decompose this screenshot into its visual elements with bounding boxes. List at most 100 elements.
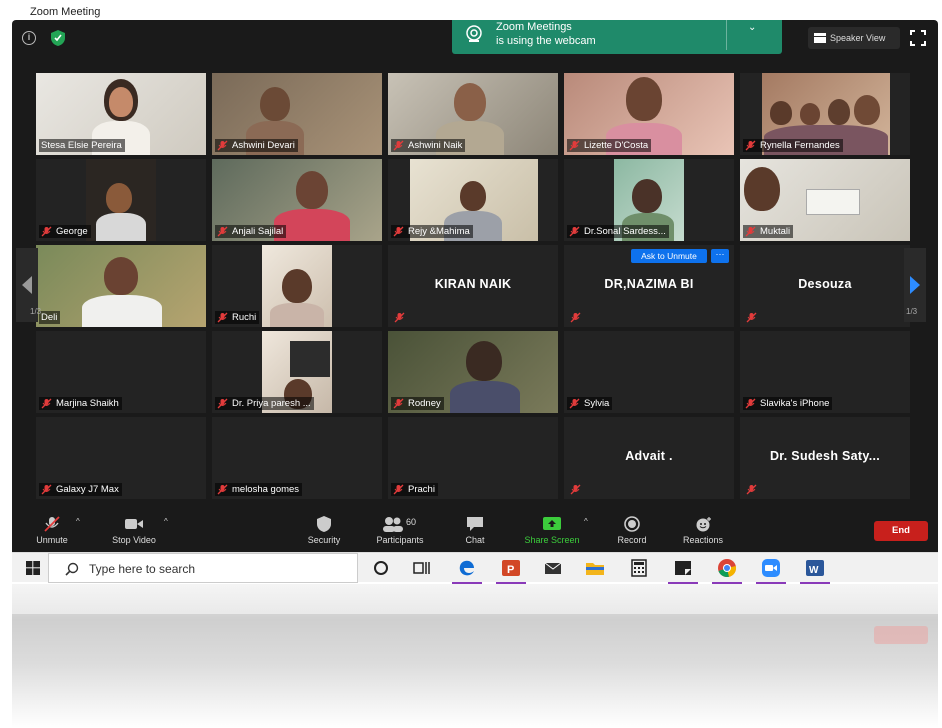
webcam-notification[interactable]: Zoom Meetings is using the webcam ⌄ bbox=[452, 20, 782, 54]
audio-options-caret-icon[interactable]: ^ bbox=[76, 517, 80, 526]
sticky-notes-icon[interactable] bbox=[668, 557, 698, 584]
chat-button[interactable]: Chat bbox=[458, 516, 492, 545]
video-tile[interactable]: Rejy &Mahima bbox=[388, 159, 558, 241]
participant-name-tag: Dr. Priya paresh ... bbox=[215, 397, 314, 410]
video-tile[interactable]: Lizette D'Costa bbox=[564, 73, 734, 155]
zoom-camera-icon bbox=[762, 559, 780, 577]
share-screen-label: Share Screen bbox=[524, 535, 580, 545]
participant-name: Slavika's iPhone bbox=[760, 398, 830, 409]
face bbox=[460, 181, 486, 211]
video-options-caret-icon[interactable]: ^ bbox=[164, 517, 168, 526]
chevron-down-icon[interactable]: ⌄ bbox=[748, 22, 756, 33]
chat-bubble-icon bbox=[467, 517, 483, 531]
keyboard bbox=[290, 341, 330, 377]
zoom-app-icon[interactable] bbox=[756, 557, 786, 584]
mail-icon[interactable] bbox=[542, 557, 564, 579]
muted-mic-icon bbox=[41, 398, 52, 409]
participants-count: 60 bbox=[406, 517, 417, 527]
video-tile[interactable]: Ruchi bbox=[212, 245, 382, 327]
participant-name-tag: George bbox=[39, 225, 91, 238]
participant-display-name: KIRAN NAIK bbox=[434, 277, 512, 291]
video-tile[interactable]: Stesa Elsie Pereira bbox=[36, 73, 206, 155]
face bbox=[454, 83, 486, 121]
participant-name: Ruchi bbox=[232, 312, 257, 323]
video-tile[interactable]: Dr. Priya paresh ... bbox=[212, 331, 382, 413]
edge-browser-icon[interactable] bbox=[452, 557, 482, 584]
video-tile-no-video[interactable]: Galaxy J7 Max bbox=[36, 417, 206, 499]
participant-name: Sylvia bbox=[584, 398, 610, 409]
record-button[interactable]: Record bbox=[612, 516, 652, 545]
video-tile-no-video[interactable]: Prachi bbox=[388, 417, 558, 499]
video-tile[interactable]: Rodney bbox=[388, 331, 558, 413]
meeting-top-bar: i Zoom Meetings is using the webcam ⌄ Sp… bbox=[12, 20, 938, 58]
reactions-label: Reactions bbox=[682, 535, 724, 545]
unmute-button[interactable]: Unmute bbox=[30, 516, 74, 545]
face bbox=[104, 257, 138, 295]
video-tile[interactable]: Dr.Sonal Sardess... bbox=[564, 159, 734, 241]
participants-icon bbox=[383, 517, 403, 532]
more-options-button[interactable]: ··· bbox=[711, 249, 729, 263]
taskbar-search-box[interactable]: Type here to search bbox=[48, 553, 358, 583]
svg-text:W: W bbox=[809, 565, 819, 576]
chrome-icon[interactable] bbox=[712, 557, 742, 584]
file-explorer-icon[interactable] bbox=[584, 557, 606, 579]
powerpoint-p-icon: P bbox=[502, 560, 520, 576]
participant-name-tag: Dr.Sonal Sardess... bbox=[567, 225, 669, 238]
participant-name-tag: Rynella Fernandes bbox=[743, 139, 843, 152]
video-tile-no-video[interactable]: Marjina Shaikh bbox=[36, 331, 206, 413]
video-tile-no-video[interactable]: Dr. Sudesh Saty... bbox=[740, 417, 910, 499]
share-options-caret-icon[interactable]: ^ bbox=[584, 517, 588, 526]
video-tile-no-video[interactable]: Slavika's iPhone bbox=[740, 331, 910, 413]
video-tile-no-video[interactable]: Sylvia bbox=[564, 331, 734, 413]
ask-to-unmute-button[interactable]: Ask to Unmute bbox=[631, 249, 707, 263]
share-screen-button[interactable]: Share Screen bbox=[518, 516, 586, 545]
fullscreen-icon[interactable] bbox=[910, 30, 926, 46]
webcam-line-2: is using the webcam bbox=[496, 35, 596, 47]
participant-name-tag: melosha gomes bbox=[215, 483, 303, 496]
record-label: Record bbox=[617, 535, 647, 545]
participant-name: Anjali Sajilal bbox=[232, 226, 284, 237]
participant-name: Marjina Shaikh bbox=[56, 398, 119, 409]
info-icon[interactable]: i bbox=[22, 31, 36, 45]
powerpoint-icon[interactable]: P bbox=[496, 557, 526, 584]
participants-button[interactable]: 60 Participants bbox=[368, 516, 432, 545]
video-tile[interactable]: Ashwini Naik bbox=[388, 73, 558, 155]
participant-name: Deli bbox=[41, 312, 58, 323]
muted-mic-icon bbox=[394, 312, 405, 323]
speaker-view-button[interactable]: Speaker View bbox=[808, 27, 900, 49]
task-view-icon[interactable] bbox=[410, 557, 432, 579]
chrome-logo-icon bbox=[718, 559, 737, 578]
video-tile-no-video[interactable]: Desouza bbox=[740, 245, 910, 327]
participants-icon-row: 60 bbox=[368, 516, 432, 535]
speaker-view-label: Speaker View bbox=[830, 33, 886, 43]
security-button[interactable]: Security bbox=[302, 516, 346, 545]
face bbox=[800, 103, 820, 125]
video-tile-no-video[interactable]: KIRAN NAIK bbox=[388, 245, 558, 327]
participant-name-tag: Lizette D'Costa bbox=[567, 139, 652, 152]
muted-mic-icon bbox=[746, 312, 757, 323]
encryption-shield-icon[interactable] bbox=[50, 29, 66, 47]
video-tile[interactable]: Ashwini Devari bbox=[212, 73, 382, 155]
video-tile[interactable]: Muktali bbox=[740, 159, 910, 241]
calculator-icon[interactable] bbox=[628, 557, 650, 579]
chat-label: Chat bbox=[465, 535, 485, 545]
word-w-icon: W bbox=[806, 560, 824, 576]
torso bbox=[270, 303, 324, 327]
muted-mic-icon bbox=[393, 226, 404, 237]
video-tile-no-video[interactable]: melosha gomes bbox=[212, 417, 382, 499]
video-tile[interactable]: Anjali Sajilal bbox=[212, 159, 382, 241]
video-tile[interactable]: Deli bbox=[36, 245, 206, 327]
video-tile[interactable]: Rynella Fernandes bbox=[740, 73, 910, 155]
windows-start-icon[interactable] bbox=[26, 561, 40, 575]
video-tile-no-video[interactable]: Advait . bbox=[564, 417, 734, 499]
video-camera-icon bbox=[125, 519, 143, 529]
face bbox=[109, 87, 133, 117]
end-meeting-button[interactable]: End bbox=[874, 521, 928, 541]
stop-video-button[interactable]: Stop Video bbox=[106, 516, 162, 545]
reactions-button[interactable]: Reactions bbox=[678, 516, 728, 545]
cortana-icon[interactable] bbox=[370, 557, 392, 579]
participant-name-tag: Marjina Shaikh bbox=[39, 397, 122, 410]
word-icon[interactable]: W bbox=[800, 557, 830, 584]
note-icon bbox=[675, 561, 691, 575]
video-tile[interactable]: George bbox=[36, 159, 206, 241]
